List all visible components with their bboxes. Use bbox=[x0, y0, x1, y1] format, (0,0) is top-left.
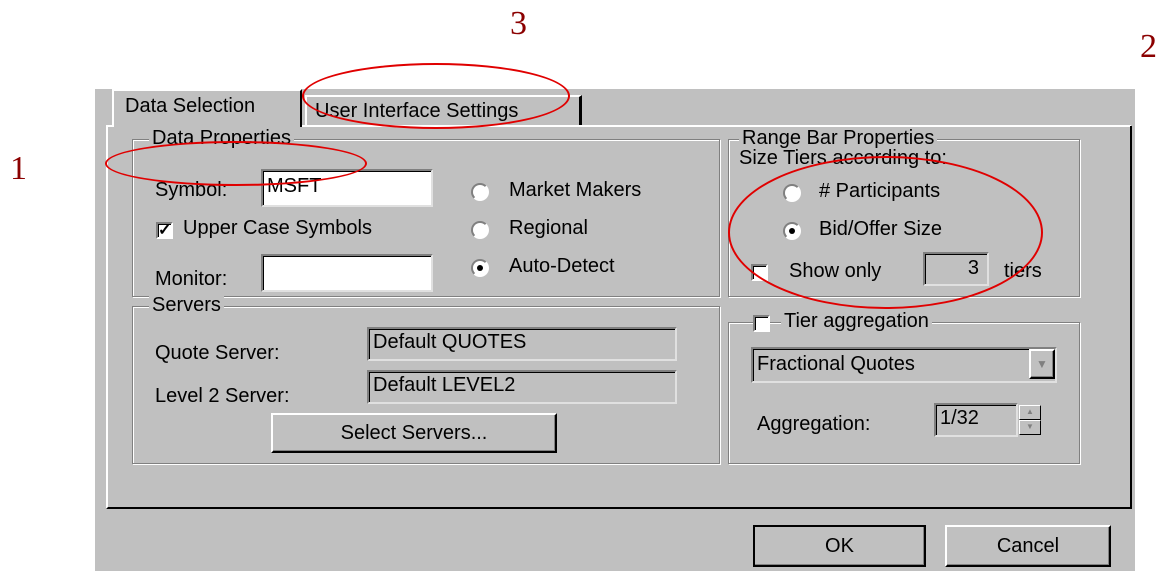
auto-detect-label: Auto-Detect bbox=[509, 255, 615, 277]
show-only-label: Show only bbox=[789, 260, 882, 282]
fractional-quotes-value: Fractional Quotes bbox=[757, 353, 915, 375]
auto-detect-radio[interactable] bbox=[471, 259, 489, 277]
fractional-quotes-dropdown[interactable]: Fractional Quotes ▼ bbox=[751, 347, 1057, 383]
spinner-up-icon[interactable]: ▲ bbox=[1019, 405, 1041, 420]
aggregation-field: 1/32 bbox=[934, 403, 1018, 437]
monitor-label: Monitor: bbox=[155, 268, 228, 290]
symbol-label: Symbol: bbox=[155, 179, 228, 201]
monitor-input[interactable] bbox=[261, 254, 433, 292]
upper-case-symbols-checkbox[interactable]: ✓ bbox=[156, 222, 173, 239]
data-properties-title: Data Properties bbox=[149, 127, 294, 150]
annotation-number-2: 2 bbox=[1140, 28, 1157, 65]
tab-user-interface-settings[interactable]: User Interface Settings bbox=[305, 95, 582, 125]
show-only-checkbox[interactable] bbox=[751, 264, 768, 281]
cancel-button[interactable]: Cancel bbox=[945, 525, 1111, 567]
upper-case-symbols-label: Upper Case Symbols bbox=[183, 217, 372, 239]
market-makers-label: Market Makers bbox=[509, 179, 642, 201]
bid-offer-selected-dot bbox=[789, 228, 795, 234]
regional-label: Regional bbox=[509, 217, 588, 239]
tier-aggregation-checkbox[interactable] bbox=[753, 315, 770, 332]
symbol-input[interactable]: MSFT bbox=[261, 169, 433, 207]
level2-server-label: Level 2 Server: bbox=[155, 385, 290, 407]
market-makers-radio[interactable] bbox=[471, 183, 489, 201]
level2-server-field: Default LEVEL2 bbox=[367, 370, 677, 404]
tiers-label: tiers bbox=[1004, 260, 1042, 282]
servers-title: Servers bbox=[149, 294, 224, 317]
annotation-number-3: 3 bbox=[510, 5, 527, 42]
size-tiers-label: Size Tiers according to: bbox=[739, 147, 947, 169]
aggregation-label: Aggregation: bbox=[757, 413, 871, 435]
spinner-down-icon[interactable]: ▼ bbox=[1019, 420, 1041, 435]
participants-label: # Participants bbox=[819, 180, 941, 202]
range-bar-properties-group: Range Bar Properties Size Tiers accordin… bbox=[728, 127, 1080, 297]
tier-aggregation-title: Tier aggregation bbox=[781, 310, 932, 333]
options-dialog: Data Selection User Interface Settings D… bbox=[95, 89, 1135, 571]
chevron-down-icon[interactable]: ▼ bbox=[1029, 349, 1055, 379]
bid-offer-size-label: Bid/Offer Size bbox=[819, 218, 943, 240]
ok-button[interactable]: OK bbox=[753, 525, 926, 567]
quote-server-label: Quote Server: bbox=[155, 342, 280, 364]
quote-server-field: Default QUOTES bbox=[367, 327, 677, 361]
data-properties-group: Data Properties Symbol: MSFT ✓ Upper Cas… bbox=[132, 127, 720, 297]
select-servers-button-label: Select Servers... bbox=[340, 422, 488, 444]
auto-detect-selected-dot bbox=[477, 265, 483, 271]
ok-button-label: OK bbox=[825, 535, 854, 557]
tier-aggregation-group: Tier aggregation Fractional Quotes ▼ Agg… bbox=[728, 310, 1080, 464]
tab-panel: Data Properties Symbol: MSFT ✓ Upper Cas… bbox=[106, 126, 1132, 509]
cancel-button-label: Cancel bbox=[996, 535, 1060, 557]
participants-radio[interactable] bbox=[783, 184, 801, 202]
bid-offer-size-radio[interactable] bbox=[783, 222, 801, 240]
annotation-number-1: 1 bbox=[10, 150, 27, 187]
tab-data-selection[interactable]: Data Selection bbox=[112, 89, 302, 127]
servers-group: Servers Quote Server: Default QUOTES Lev… bbox=[132, 294, 720, 464]
select-servers-button[interactable]: Select Servers... bbox=[271, 413, 557, 453]
regional-radio[interactable] bbox=[471, 221, 489, 239]
tiers-count-field: 3 bbox=[923, 252, 989, 286]
aggregation-spinner[interactable]: ▲ ▼ bbox=[1019, 405, 1041, 435]
